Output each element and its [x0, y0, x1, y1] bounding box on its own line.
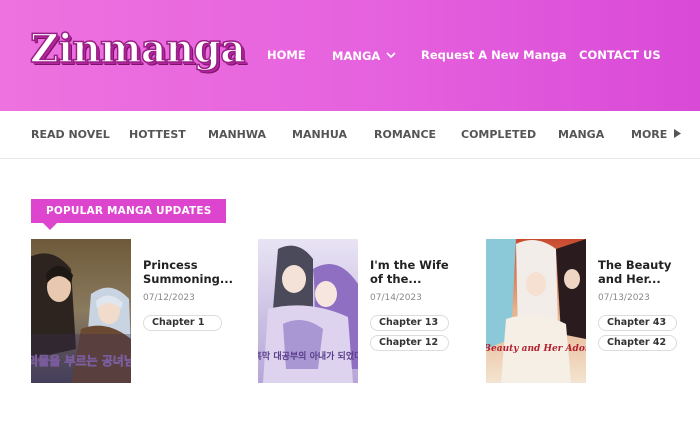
category-more[interactable]: MORE [631, 128, 682, 141]
manga-cover[interactable]: 괴물을 부르는 공녀님 [31, 239, 131, 383]
chapter-link[interactable]: Chapter 1 [143, 315, 222, 331]
manga-title-line: Princess [143, 258, 198, 272]
nav-manga-label: MANGA [332, 49, 381, 63]
chapter-list: Chapter 1 [143, 315, 233, 331]
cover-text: 흑막 대공부의 아내가 되었다 [258, 350, 358, 362]
manga-info: I'm the Wife of the... 07/14/2023 Chapte… [370, 258, 460, 355]
manga-title[interactable]: Princess Summoning... [143, 258, 233, 286]
chapter-link[interactable]: Chapter 13 [370, 315, 449, 331]
manga-cover[interactable]: The Beauty and Her Adonises [486, 239, 586, 383]
category-bar: READ NOVEL HOTTEST MANHWA MANHUA ROMANCE… [0, 111, 700, 159]
nav-contact[interactable]: CONTACT US [579, 48, 661, 62]
category-manhwa[interactable]: MANHWA [208, 128, 266, 141]
cover-text: 괴물을 부르는 공녀님 [31, 353, 131, 368]
manga-card: 괴물을 부르는 공녀님 Princess Summoning... 07/12/… [31, 239, 233, 383]
manga-date: 07/14/2023 [370, 293, 422, 303]
manga-title-line: of the... [370, 272, 422, 286]
nav-manga[interactable]: MANGA [332, 48, 396, 63]
category-completed[interactable]: COMPLETED [461, 128, 536, 141]
chevron-down-icon [386, 48, 396, 62]
chapter-link[interactable]: Chapter 43 [598, 315, 677, 331]
cover-text: The Beauty and Her Adonises [486, 344, 586, 354]
manga-title-line: The Beauty [598, 258, 672, 272]
manga-date: 07/12/2023 [143, 293, 195, 303]
manga-title-line: Summoning... [143, 272, 233, 286]
chapter-list: Chapter 13 Chapter 12 [370, 315, 460, 351]
manga-info: Princess Summoning... 07/12/2023 Chapter… [143, 258, 233, 335]
triangle-right-icon [674, 128, 682, 141]
manga-card: 흑막 대공부의 아내가 되었다 I'm the Wife of the... 0… [258, 239, 458, 383]
site-logo[interactable]: Zinmanga [29, 29, 246, 70]
manga-title-line: I'm the Wife [370, 258, 449, 272]
nav-request-manga[interactable]: Request A New Manga [421, 48, 567, 62]
manga-card: The Beauty and Her Adonises The Beauty a… [486, 239, 686, 383]
section-title: POPULAR MANGA UPDATES [31, 199, 226, 230]
manga-cover[interactable]: 흑막 대공부의 아내가 되었다 [258, 239, 358, 383]
category-manhua[interactable]: MANHUA [292, 128, 347, 141]
manga-info: The Beauty and Her... 07/13/2023 Chapter… [598, 258, 688, 355]
site-header: Zinmanga HOME MANGA Request A New Manga … [0, 0, 700, 111]
category-read-novel[interactable]: READ NOVEL [31, 128, 110, 141]
category-hottest[interactable]: HOTTEST [129, 128, 186, 141]
manga-title-line: and Her... [598, 272, 661, 286]
category-manga[interactable]: MANGA [558, 128, 604, 141]
category-more-label: MORE [631, 128, 668, 141]
manga-title[interactable]: I'm the Wife of the... [370, 258, 460, 286]
chapter-link[interactable]: Chapter 12 [370, 335, 449, 351]
nav-home[interactable]: HOME [267, 48, 306, 62]
manga-date: 07/13/2023 [598, 293, 650, 303]
chapter-link[interactable]: Chapter 42 [598, 335, 677, 351]
chapter-list: Chapter 43 Chapter 42 [598, 315, 688, 351]
manga-title[interactable]: The Beauty and Her... [598, 258, 688, 286]
category-romance[interactable]: ROMANCE [374, 128, 436, 141]
